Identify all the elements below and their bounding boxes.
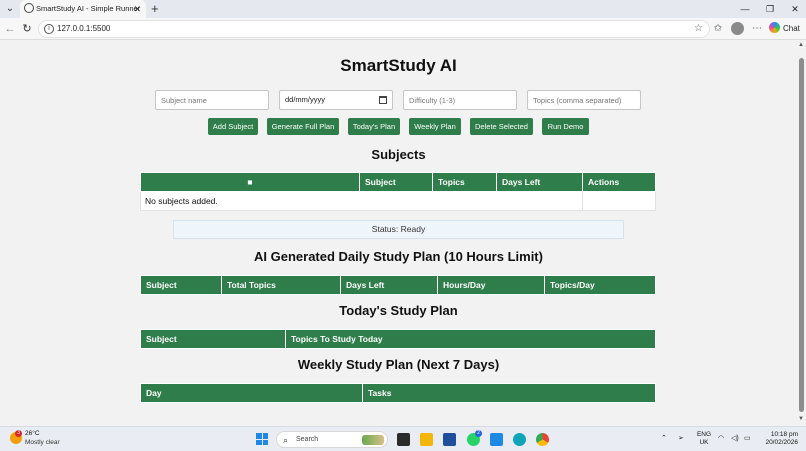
column-header: Topics/Day bbox=[544, 275, 656, 295]
close-tab-icon[interactable]: ✕ bbox=[133, 2, 141, 16]
volume-icon[interactable]: ◁) bbox=[731, 430, 739, 448]
tab-title: SmartStudy AI - Simple Runner bbox=[36, 4, 141, 13]
language-code: ENG bbox=[696, 431, 712, 438]
topics-input[interactable] bbox=[527, 90, 641, 110]
scroll-up-arrow-icon[interactable]: ▲ bbox=[798, 42, 804, 48]
system-clock[interactable]: 10:18 pm 20/02/2026 bbox=[762, 431, 798, 447]
exam-date-input[interactable]: dd/mm/yyyy bbox=[279, 90, 393, 110]
table-header-row: Subject Topics To Study Today bbox=[140, 329, 656, 349]
input-language[interactable]: ENG UK bbox=[696, 431, 712, 447]
tab-list-chevron-icon[interactable]: ⌄ bbox=[3, 3, 17, 15]
browser-tab[interactable]: SmartStudy AI - Simple Runner ✕ bbox=[20, 0, 146, 18]
clock-time: 10:18 pm bbox=[770, 431, 798, 438]
taskbar: 3 26°C Mostly clear ⌕ Search 2 ⌃ ➢ ENG U… bbox=[0, 426, 806, 451]
page-scrollbar[interactable]: ▲ ▼ bbox=[797, 41, 806, 423]
delete-selected-button[interactable]: Delete Selected bbox=[470, 118, 533, 135]
weather-description: Mostly clear bbox=[25, 439, 60, 446]
chrome-icon[interactable] bbox=[536, 433, 549, 446]
taskbar-search[interactable]: ⌕ Search bbox=[276, 431, 388, 448]
table-header-row: ■ Subject Topics Days Left Actions bbox=[140, 172, 656, 192]
run-demo-button[interactable]: Run Demo bbox=[542, 118, 589, 135]
whatsapp-badge: 2 bbox=[475, 430, 482, 437]
daily-plan-heading: AI Generated Daily Study Plan (10 Hours … bbox=[254, 249, 543, 264]
page-viewport: SmartStudy AI dd/mm/yyyy Add Subject Gen… bbox=[0, 41, 797, 423]
column-header: Tasks bbox=[362, 383, 656, 403]
restore-icon[interactable]: ❐ bbox=[763, 2, 777, 16]
back-arrow-icon[interactable]: ← bbox=[3, 21, 17, 37]
windows-start-icon[interactable] bbox=[256, 433, 268, 445]
weather-temperature: 26°C bbox=[25, 430, 40, 437]
today-plan-heading: Today's Study Plan bbox=[339, 303, 458, 318]
weekly-plan-table: Day Tasks bbox=[140, 383, 656, 403]
difficulty-input[interactable] bbox=[403, 90, 517, 110]
location-icon[interactable]: ➢ bbox=[678, 430, 684, 448]
search-icon: ⌕ bbox=[283, 435, 289, 445]
column-header: Topics To Study Today bbox=[285, 329, 656, 349]
search-label: Search bbox=[296, 436, 319, 443]
vscode-icon[interactable] bbox=[490, 433, 503, 446]
chat-label: Chat bbox=[783, 24, 800, 33]
copilot-chat-button[interactable]: Chat bbox=[769, 21, 800, 37]
column-header: Subject bbox=[140, 329, 286, 349]
column-header: Hours/Day bbox=[437, 275, 545, 295]
today-plan-table: Subject Topics To Study Today bbox=[140, 329, 656, 349]
show-hidden-icons-chevron-icon[interactable]: ⌃ bbox=[661, 430, 667, 448]
wifi-icon[interactable]: ◠ bbox=[718, 430, 724, 448]
address-bar[interactable]: i 127.0.0.1:5500 ☆ bbox=[38, 20, 710, 38]
table-row: No subjects added. bbox=[140, 191, 656, 211]
date-value: dd/mm/yyyy bbox=[285, 95, 326, 104]
table-header-row: Day Tasks bbox=[140, 383, 656, 403]
subjects-table: ■ Subject Topics Days Left Actions No su… bbox=[140, 172, 656, 211]
more-options-icon[interactable]: ⋯ bbox=[750, 21, 764, 37]
weekly-plan-heading: Weekly Study Plan (Next 7 Days) bbox=[297, 357, 500, 372]
copilot-icon bbox=[769, 22, 780, 33]
edge-icon[interactable] bbox=[513, 433, 526, 446]
weather-badge: 3 bbox=[15, 430, 22, 437]
calendar-icon[interactable] bbox=[379, 96, 387, 104]
column-header: Days Left bbox=[496, 172, 583, 192]
status-bar: Status: Ready bbox=[173, 220, 624, 239]
app-title: SmartStudy AI bbox=[340, 56, 457, 75]
table-header-row: Subject Total Topics Days Left Hours/Day… bbox=[140, 275, 656, 295]
site-info-icon[interactable]: i bbox=[44, 24, 54, 34]
tab-strip: ⌄ SmartStudy AI - Simple Runner ✕ + — ❐ … bbox=[0, 0, 806, 18]
bookmark-star-icon[interactable]: ☆ bbox=[694, 22, 703, 36]
file-explorer-icon[interactable] bbox=[420, 433, 433, 446]
battery-icon[interactable]: ▭ bbox=[744, 430, 751, 448]
favorites-icon[interactable]: ✩ bbox=[711, 21, 725, 37]
new-tab-icon[interactable]: + bbox=[151, 1, 159, 17]
reload-icon[interactable]: ↻ bbox=[20, 21, 34, 37]
weekly-plan-button[interactable]: Weekly Plan bbox=[409, 118, 461, 135]
scroll-thumb[interactable] bbox=[799, 58, 804, 412]
generate-full-plan-button[interactable]: Generate Full Plan bbox=[267, 118, 339, 135]
empty-cell bbox=[582, 191, 656, 211]
search-highlight-icon bbox=[362, 435, 384, 445]
column-header: Day bbox=[140, 383, 363, 403]
column-header: Total Topics bbox=[221, 275, 341, 295]
column-header: Days Left bbox=[340, 275, 438, 295]
column-header: Subject bbox=[140, 275, 222, 295]
subject-name-input[interactable] bbox=[155, 90, 269, 110]
minimize-icon[interactable]: — bbox=[738, 2, 752, 16]
daily-plan-table: Subject Total Topics Days Left Hours/Day… bbox=[140, 275, 656, 295]
clock-date: 20/02/2026 bbox=[765, 439, 798, 446]
microsoft-store-icon[interactable] bbox=[443, 433, 456, 446]
add-subject-button[interactable]: Add Subject bbox=[208, 118, 258, 135]
profile-avatar[interactable] bbox=[731, 22, 744, 35]
task-view-icon[interactable] bbox=[397, 433, 410, 446]
column-header: Subject bbox=[359, 172, 433, 192]
select-all-checkbox[interactable]: ■ bbox=[140, 172, 360, 192]
region-code: UK bbox=[699, 439, 709, 446]
scroll-down-arrow-icon[interactable]: ▼ bbox=[798, 416, 804, 422]
url-text: 127.0.0.1:5500 bbox=[57, 24, 111, 33]
empty-message: No subjects added. bbox=[140, 191, 583, 211]
subjects-heading: Subjects bbox=[371, 147, 426, 162]
column-header: Topics bbox=[432, 172, 497, 192]
column-header: Actions bbox=[582, 172, 656, 192]
globe-icon bbox=[24, 3, 34, 13]
browser-toolbar: ← ↻ i 127.0.0.1:5500 ☆ ✩ ⋯ Chat bbox=[0, 18, 806, 40]
todays-plan-button[interactable]: Today's Plan bbox=[348, 118, 400, 135]
close-window-icon[interactable]: ✕ bbox=[788, 2, 802, 16]
